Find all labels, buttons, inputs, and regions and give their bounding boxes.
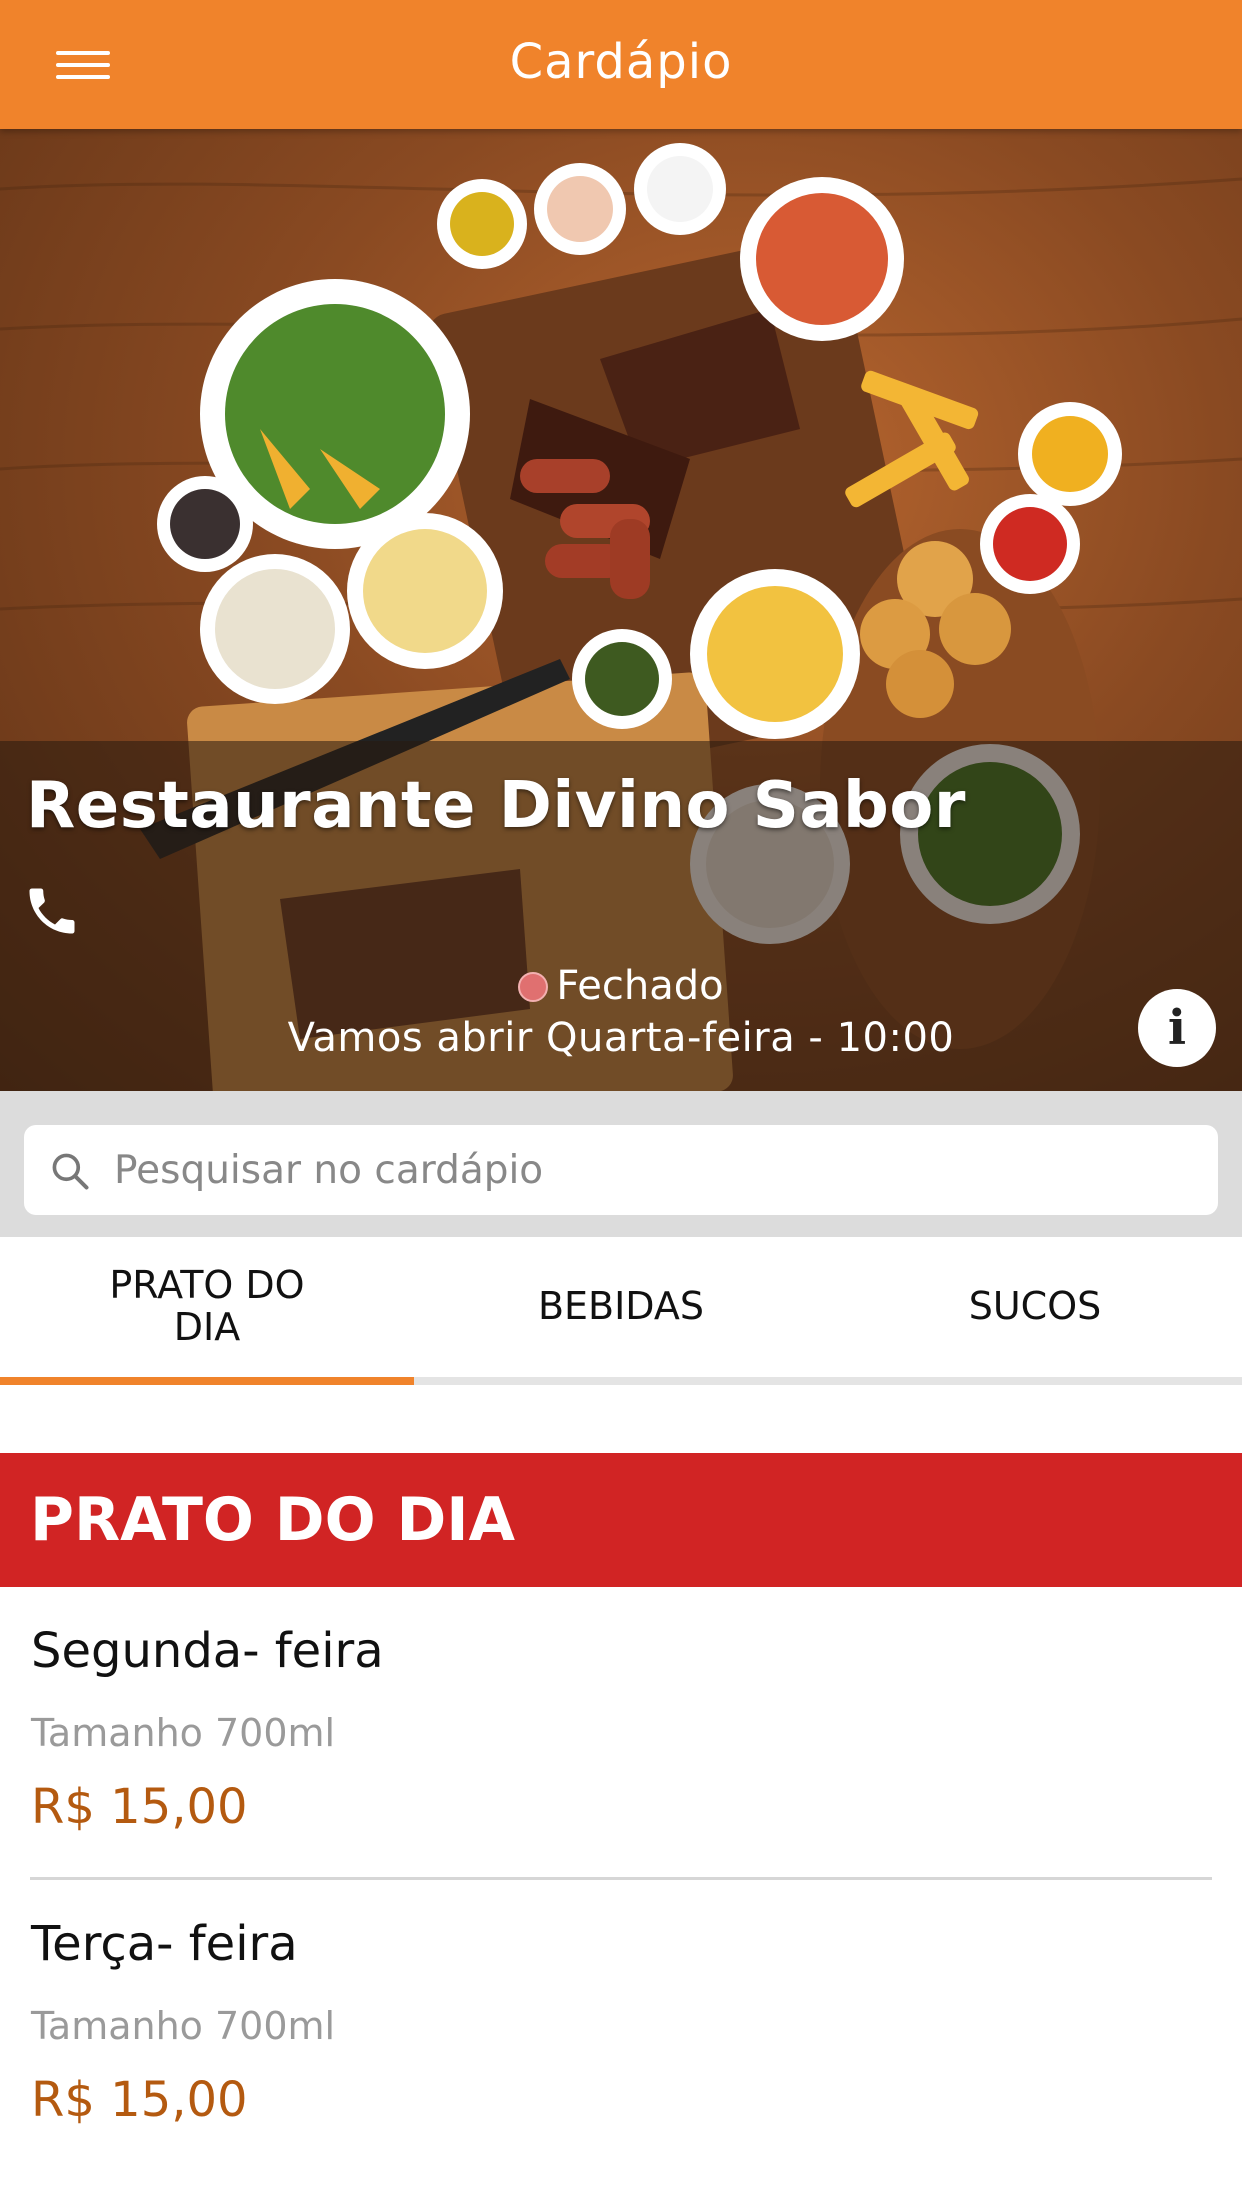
search-icon <box>52 1153 89 1190</box>
category-tabs: PRATO DO DIA BEBIDAS SUCOS <box>0 1237 1242 1385</box>
tab-sucos[interactable]: SUCOS <box>828 1237 1242 1377</box>
tab-label: BEBIDAS <box>537 1284 705 1329</box>
section-header: PRATO DO DIA <box>0 1453 1242 1587</box>
opening-status: Fechado <box>0 963 1242 1009</box>
item-name: Segunda- feira <box>31 1623 384 1679</box>
tab-label: PRATO DO DIA <box>109 1263 305 1349</box>
info-icon[interactable]: i <box>1138 989 1216 1067</box>
item-price: R$ 15,00 <box>31 2072 248 2128</box>
search-input[interactable] <box>114 1125 1194 1215</box>
search-box <box>24 1125 1218 1215</box>
item-price: R$ 15,00 <box>31 1779 248 1835</box>
restaurant-hero-image: Restaurante Divino Sabor Fechado Vamos a… <box>0 129 1242 1091</box>
tab-prato-do-dia[interactable]: PRATO DO DIA <box>0 1237 414 1377</box>
active-tab-indicator <box>0 1377 414 1385</box>
item-name: Terça- feira <box>31 1916 298 1972</box>
item-description: Tamanho 700ml <box>31 2004 336 2048</box>
menu-item[interactable]: Segunda- feira Tamanho 700ml R$ 15,00 <box>0 1587 1242 1880</box>
restaurant-name: Restaurante Divino Sabor <box>26 769 966 843</box>
app-bar: Cardápio <box>0 0 1242 129</box>
status-dot-icon <box>518 972 549 1002</box>
tab-bebidas[interactable]: BEBIDAS <box>414 1237 828 1377</box>
opening-time: Vamos abrir Quarta-feira - 10:00 <box>287 1015 955 1061</box>
status-text: Fechado <box>556 963 724 1009</box>
phone-icon[interactable] <box>22 881 82 941</box>
section-title: PRATO DO DIA <box>30 1485 516 1555</box>
tab-label: SUCOS <box>968 1284 1102 1329</box>
menu-item[interactable]: Terça- feira Tamanho 700ml R$ 15,00 <box>0 1880 1242 2172</box>
page-title: Cardápio <box>509 34 733 90</box>
search-bar-container <box>0 1091 1242 1237</box>
item-description: Tamanho 700ml <box>31 1711 336 1755</box>
